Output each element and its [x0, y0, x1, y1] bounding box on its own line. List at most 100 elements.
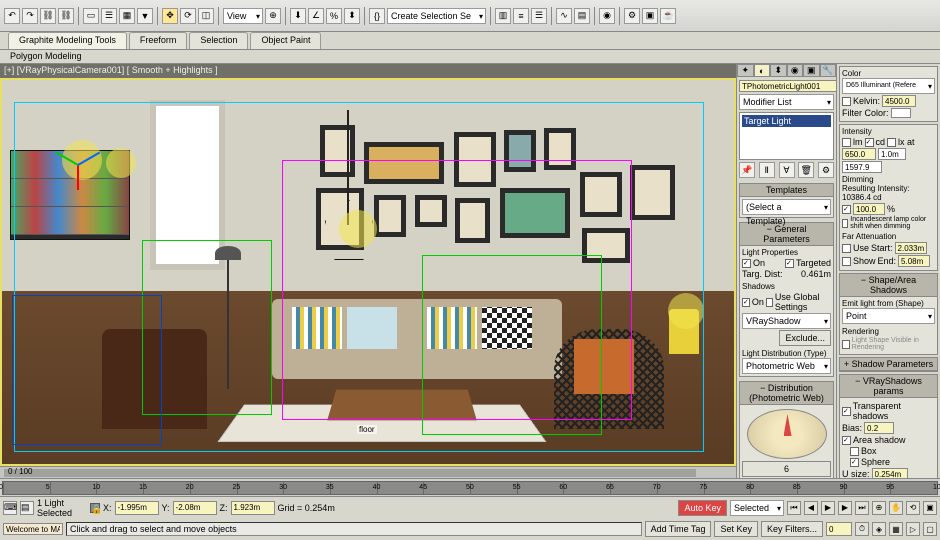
light-dist-dropdown[interactable]: Photometric Web [742, 358, 831, 374]
checkbox-atten-use[interactable] [842, 244, 851, 253]
checkbox-incandescent[interactable] [842, 219, 848, 228]
nav-zoom-all-icon[interactable]: ◈ [872, 522, 886, 536]
lock-icon[interactable]: 🔒 [90, 503, 100, 513]
nav-zoom-icon[interactable]: ⊕ [872, 501, 886, 515]
rollout-shadow-params[interactable]: + Shadow Parameters [840, 358, 937, 371]
render-setup-icon[interactable]: ⚙ [624, 8, 640, 24]
time-slider[interactable]: 0 / 100 [0, 466, 736, 478]
checkbox-targeted[interactable] [785, 259, 794, 268]
checkbox-dimming[interactable] [842, 205, 851, 214]
stack-item-target-light[interactable]: Target Light [742, 115, 831, 127]
schematic-icon[interactable]: ▤ [574, 8, 590, 24]
tab-create[interactable]: ✦ [737, 64, 754, 77]
ribbon-tab-freeform[interactable]: Freeform [129, 32, 188, 49]
angle-snap-icon[interactable]: ∠ [308, 8, 324, 24]
stack-pin-icon[interactable]: 📌 [739, 162, 755, 178]
transform-x-spinner[interactable] [115, 501, 159, 515]
exclude-button[interactable]: Exclude... [779, 330, 831, 346]
rotate-icon[interactable]: ⟳ [180, 8, 196, 24]
mirror-icon[interactable]: ▥ [495, 8, 511, 24]
intensity-dist-spinner[interactable] [878, 148, 906, 160]
auto-key-button[interactable]: Auto Key [678, 500, 727, 516]
kelvin-spinner[interactable] [882, 95, 916, 107]
material-icon[interactable]: ◉ [599, 8, 615, 24]
layers-icon[interactable]: ☰ [531, 8, 547, 24]
time-config-icon[interactable]: ⏱ [855, 522, 869, 536]
nav-pan-icon[interactable]: ✋ [889, 501, 903, 515]
maxscript-icon[interactable]: ⌨ [3, 501, 17, 515]
radio-box[interactable] [850, 447, 859, 456]
radio-lx[interactable] [887, 138, 896, 147]
select-name-icon[interactable]: ☰ [101, 8, 117, 24]
track-bar[interactable]: 0510152025303540455055606570758085909510… [0, 478, 940, 496]
stack-show-icon[interactable]: Ⅱ [759, 162, 775, 178]
radio-cd[interactable] [865, 138, 874, 147]
intensity-spinner[interactable] [842, 148, 876, 160]
nav-orbit-icon[interactable]: ⟲ [906, 501, 920, 515]
percent-snap-icon[interactable]: % [326, 8, 342, 24]
stack-unique-icon[interactable]: ∀ [779, 162, 795, 178]
transform-z-spinner[interactable] [231, 501, 275, 515]
selection-set-dropdown[interactable]: Create Selection Se [387, 8, 486, 24]
listener-icon[interactable]: ▤ [20, 501, 34, 515]
checkbox-transparent-shadows[interactable] [842, 407, 851, 416]
snap-icon[interactable]: ⬇ [290, 8, 306, 24]
redo-icon[interactable]: ↷ [22, 8, 38, 24]
web-file-button[interactable]: 6 [742, 461, 831, 477]
named-sel-icon[interactable]: {} [369, 8, 385, 24]
stack-remove-icon[interactable]: 🗑 [798, 162, 814, 178]
next-frame-icon[interactable]: ▶ [838, 501, 852, 515]
atten-start-spinner[interactable] [895, 242, 927, 254]
checkbox-on[interactable] [742, 259, 751, 268]
nav-zoom-ext-icon[interactable]: ▦ [889, 522, 903, 536]
object-name-field[interactable] [739, 80, 836, 92]
coord-icon[interactable]: ⊕ [265, 8, 281, 24]
bias-spinner[interactable] [864, 422, 894, 434]
nav-max-icon[interactable]: ▣ [923, 501, 937, 515]
prev-frame-icon[interactable]: ◀ [804, 501, 818, 515]
shape-dropdown[interactable]: Point [842, 308, 935, 324]
stack-config-icon[interactable]: ⚙ [818, 162, 834, 178]
play-icon[interactable]: ▶ [821, 501, 835, 515]
link-icon[interactable]: ⛓ [40, 8, 56, 24]
checkbox-area-shadow[interactable] [842, 436, 851, 445]
radio-sphere[interactable] [850, 458, 859, 467]
viewport[interactable]: floor [0, 78, 736, 466]
template-dropdown[interactable]: (Select a Template) [742, 199, 831, 215]
illuminant-dropdown[interactable]: D65 Illuminant (Refere [842, 78, 935, 94]
undo-icon[interactable]: ↶ [4, 8, 20, 24]
viewport-label[interactable]: [+] [VRayPhysicalCamera001] [ Smooth + H… [0, 64, 736, 78]
rollout-shape-shadows[interactable]: − Shape/Area Shadows [840, 274, 937, 297]
rollout-dist-web[interactable]: − Distribution (Photometric Web) [740, 382, 833, 405]
key-mode-dropdown[interactable]: Selected [730, 500, 784, 516]
atten-end-spinner[interactable] [898, 255, 930, 267]
move-icon[interactable]: ✥ [162, 8, 178, 24]
nav-min-max-icon[interactable]: ▢ [923, 522, 937, 536]
add-time-tag-button[interactable]: Add Time Tag [645, 521, 712, 537]
key-filters-button[interactable]: Key Filters... [761, 521, 823, 537]
rollout-vray-shadows[interactable]: − VRayShadows params [840, 375, 937, 398]
tab-modify[interactable]: ◐ [754, 64, 771, 77]
checkbox-shadows-on[interactable] [742, 298, 750, 307]
checkbox-light-shape-visible[interactable] [842, 340, 850, 349]
curve-editor-icon[interactable]: ∿ [556, 8, 572, 24]
goto-start-icon[interactable]: ⏮ [787, 501, 801, 515]
ribbon-tab-graphite[interactable]: Graphite Modeling Tools [8, 32, 127, 49]
nav-fov-icon[interactable]: ▷ [906, 522, 920, 536]
radio-kelvin[interactable] [842, 97, 851, 106]
move-gizmo[interactable] [52, 140, 102, 190]
usize-spinner[interactable] [872, 468, 908, 478]
rollout-templates[interactable]: Templates [740, 184, 833, 197]
ribbon-tab-selection[interactable]: Selection [189, 32, 248, 49]
select-rect-icon[interactable]: ▦ [119, 8, 135, 24]
spinner-snap-icon[interactable]: ⬍ [344, 8, 360, 24]
tab-display[interactable]: ▣ [803, 64, 820, 77]
checkbox-atten-show[interactable] [842, 257, 851, 266]
transform-y-spinner[interactable] [173, 501, 217, 515]
render-icon[interactable]: ☕ [660, 8, 676, 24]
checkbox-use-global[interactable] [766, 298, 773, 307]
radio-lm[interactable] [842, 138, 851, 147]
tab-hierarchy[interactable]: ⬍ [770, 64, 787, 77]
tab-motion[interactable]: ◉ [787, 64, 804, 77]
scale-icon[interactable]: ◫ [198, 8, 214, 24]
